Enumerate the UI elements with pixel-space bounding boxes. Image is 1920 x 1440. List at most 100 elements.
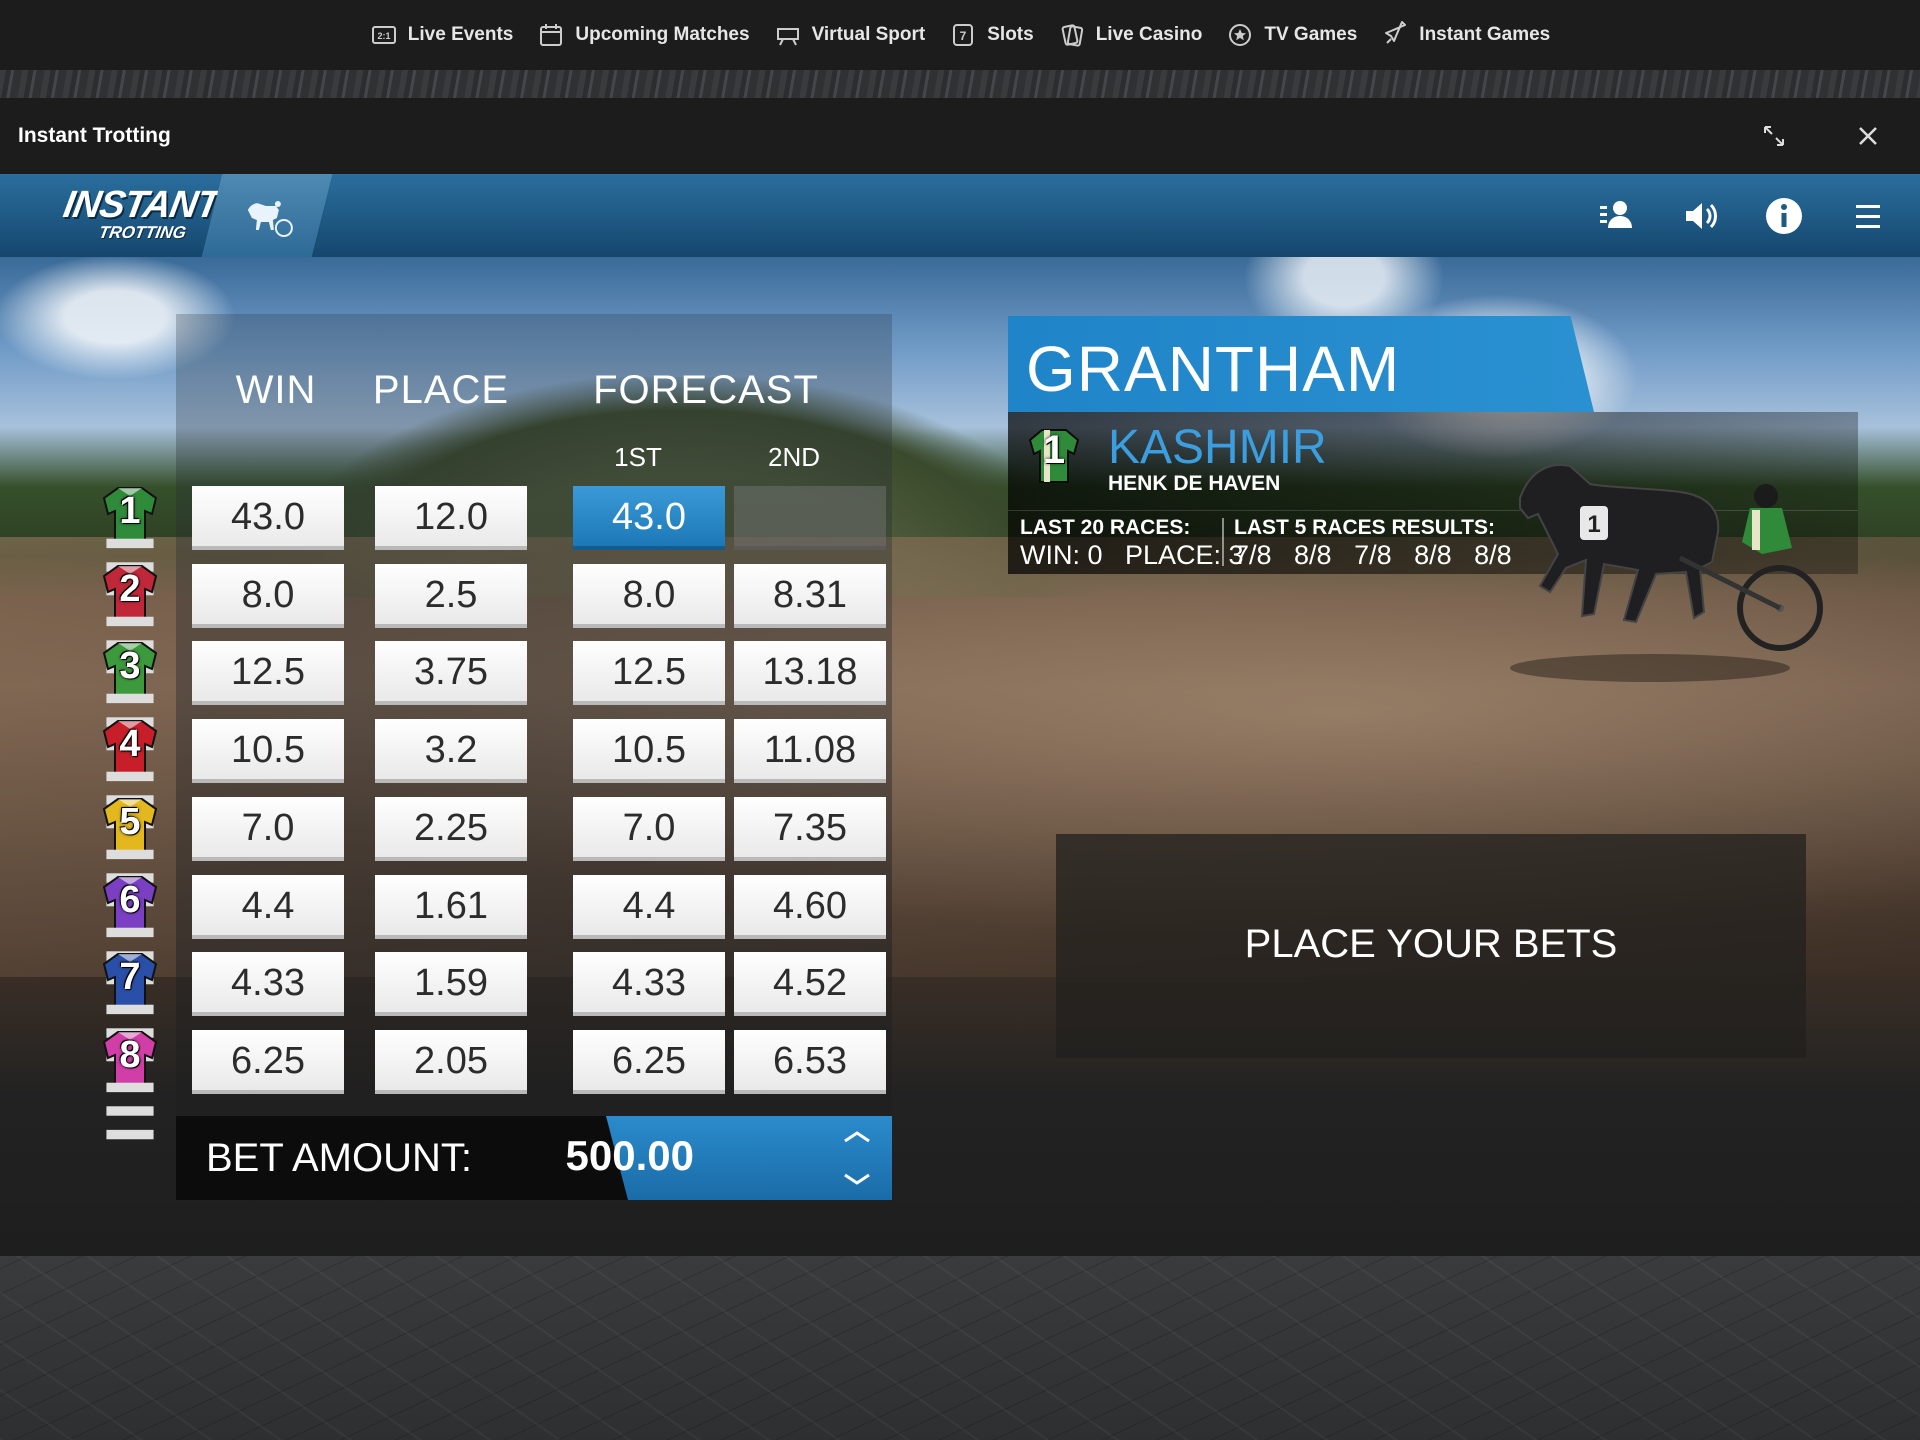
forecast-1st-button[interactable]: 10.5 bbox=[573, 719, 725, 783]
win-odds-button[interactable]: 12.5 bbox=[192, 641, 344, 705]
forecast-2nd-button[interactable]: 13.18 bbox=[734, 641, 886, 705]
nav-slots[interactable]: 7 Slots bbox=[949, 21, 1034, 49]
user-list-icon bbox=[1600, 201, 1632, 228]
menu-button[interactable] bbox=[1846, 194, 1890, 238]
live-events-icon: 2:1 bbox=[371, 26, 396, 44]
runner-silk-icon: 3 bbox=[96, 639, 164, 751]
forecast-1st-button[interactable]: 12.5 bbox=[573, 641, 725, 705]
bottom-texture bbox=[0, 1256, 1920, 1440]
status-panel: PLACE YOUR BETS bbox=[1056, 834, 1806, 1058]
nav-label: TV Games bbox=[1264, 24, 1358, 45]
last-5-races-stat: LAST 5 RACES RESULTS: 7/8 8/8 7/8 8/8 8/… bbox=[1234, 516, 1512, 571]
place-odds-button[interactable]: 2.25 bbox=[375, 797, 527, 861]
forecast-2nd-button[interactable]: 4.52 bbox=[734, 952, 886, 1016]
rocket-icon bbox=[1385, 21, 1407, 44]
bet-decrease-button[interactable] bbox=[840, 1168, 874, 1190]
slots-icon: 7 bbox=[953, 24, 974, 46]
hamburger-menu-icon bbox=[1856, 205, 1880, 228]
runner-silk-icon: 1 bbox=[96, 484, 164, 596]
nav-tv-games[interactable]: TV Games bbox=[1226, 21, 1357, 49]
place-odds-button[interactable]: 2.05 bbox=[375, 1030, 527, 1094]
trotting-tab[interactable] bbox=[201, 174, 333, 257]
place-odds-button[interactable]: 12.0 bbox=[375, 486, 527, 550]
stat-separator bbox=[1222, 518, 1224, 566]
svg-text:1: 1 bbox=[1587, 511, 1600, 538]
runner-number: 2 bbox=[119, 568, 141, 610]
virtual-sport-icon bbox=[776, 28, 799, 46]
nav-label: Upcoming Matches bbox=[575, 24, 750, 45]
win-odds-button[interactable]: 4.4 bbox=[192, 875, 344, 939]
win-odds-button[interactable]: 8.0 bbox=[192, 564, 344, 628]
nav-label: Live Events bbox=[407, 24, 514, 45]
close-button[interactable] bbox=[1852, 120, 1884, 152]
forecast-2nd-button[interactable]: 6.53 bbox=[734, 1030, 886, 1094]
status-message: PLACE YOUR BETS bbox=[1244, 922, 1618, 966]
forecast-2nd-button[interactable]: 4.60 bbox=[734, 875, 886, 939]
nav-label: Slots bbox=[987, 24, 1034, 45]
runner-number: 3 bbox=[119, 645, 141, 687]
nav-label: Live Casino bbox=[1095, 24, 1203, 45]
nav-virtual-sport[interactable]: Virtual Sport bbox=[774, 21, 926, 49]
info-button[interactable] bbox=[1762, 194, 1806, 238]
last-20-title: LAST 20 RACES: bbox=[1020, 516, 1191, 539]
win-odds-button[interactable]: 10.5 bbox=[192, 719, 344, 783]
place-odds-button[interactable]: 3.2 bbox=[375, 719, 527, 783]
forecast-1st-button[interactable]: 8.0 bbox=[573, 564, 725, 628]
runner-number: 1 bbox=[119, 490, 141, 532]
jockey-name: HENK DE HAVEN bbox=[1108, 472, 1281, 495]
last-20-races-stat: LAST 20 RACES: WIN: 0 PLACE: 3 bbox=[1020, 516, 1244, 571]
bet-amount-label: BET AMOUNT: bbox=[206, 1136, 472, 1180]
form-list-icon[interactable] bbox=[96, 1000, 154, 1062]
win-odds-button[interactable]: 43.0 bbox=[192, 486, 344, 550]
form-list-icon[interactable] bbox=[96, 923, 154, 985]
runner-silk-icon: 7 bbox=[96, 950, 164, 1062]
nav-live-casino[interactable]: Live Casino bbox=[1058, 21, 1203, 49]
svg-text:7: 7 bbox=[960, 29, 967, 43]
speaker-icon bbox=[1686, 203, 1717, 229]
forecast-2nd-button[interactable]: 7.35 bbox=[734, 797, 886, 861]
form-list-icon[interactable] bbox=[96, 612, 154, 674]
sound-button[interactable] bbox=[1678, 194, 1722, 238]
cards-icon bbox=[1061, 24, 1083, 47]
forecast-1st-button[interactable]: 4.4 bbox=[573, 875, 725, 939]
place-odds-button[interactable]: 2.5 bbox=[375, 564, 527, 628]
forecast-1st-button[interactable]: 43.0 bbox=[573, 486, 725, 550]
bet-increase-button[interactable] bbox=[840, 1126, 874, 1148]
horse-sulky-icon bbox=[247, 201, 293, 237]
expand-button[interactable] bbox=[1758, 120, 1790, 152]
runner-number: 7 bbox=[119, 956, 141, 998]
nav-label: Virtual Sport bbox=[811, 24, 926, 45]
runner-silk-icon: 2 bbox=[96, 562, 164, 674]
place-odds-button[interactable]: 1.59 bbox=[375, 952, 527, 1016]
win-odds-button[interactable]: 7.0 bbox=[192, 797, 344, 861]
forecast-1st-button[interactable]: 4.33 bbox=[573, 952, 725, 1016]
account-button[interactable] bbox=[1594, 194, 1638, 238]
runner-silk-icon: 4 bbox=[96, 717, 164, 829]
expand-icon bbox=[1764, 126, 1784, 146]
forecast-2nd-button[interactable]: 11.08 bbox=[734, 719, 886, 783]
form-list-icon[interactable] bbox=[96, 845, 154, 907]
runner-number: 5 bbox=[119, 801, 141, 843]
bet-amount-bar: BET AMOUNT: 500.00 bbox=[176, 1116, 892, 1200]
forecast-1st-button[interactable]: 7.0 bbox=[573, 797, 725, 861]
form-list-icon[interactable] bbox=[96, 767, 154, 829]
form-list-icon[interactable] bbox=[96, 1078, 154, 1140]
place-odds-button[interactable]: 1.61 bbox=[375, 875, 527, 939]
nav-instant-games[interactable]: Instant Games bbox=[1381, 21, 1550, 49]
bet-amount-value[interactable]: 500.00 bbox=[434, 1132, 694, 1180]
win-odds-button[interactable]: 4.33 bbox=[192, 952, 344, 1016]
trotting-horse-illustration: 1 bbox=[1510, 464, 1823, 682]
place-odds-button[interactable]: 3.75 bbox=[375, 641, 527, 705]
svg-text:2:1: 2:1 bbox=[377, 31, 390, 41]
runner-silk-icon: 8 bbox=[96, 1028, 164, 1140]
win-odds-button[interactable]: 6.25 bbox=[192, 1030, 344, 1094]
runner-number: 6 bbox=[119, 879, 141, 921]
chevron-down-icon bbox=[844, 1173, 870, 1185]
forecast-1st-button[interactable]: 6.25 bbox=[573, 1030, 725, 1094]
game-window-bar: Instant Trotting bbox=[0, 98, 1920, 174]
form-list-icon[interactable] bbox=[96, 534, 154, 596]
forecast-2nd-button[interactable]: 8.31 bbox=[734, 564, 886, 628]
nav-live-events[interactable]: 2:1 Live Events bbox=[370, 21, 514, 49]
nav-upcoming-matches[interactable]: Upcoming Matches bbox=[537, 21, 750, 49]
form-list-icon[interactable] bbox=[96, 689, 154, 751]
